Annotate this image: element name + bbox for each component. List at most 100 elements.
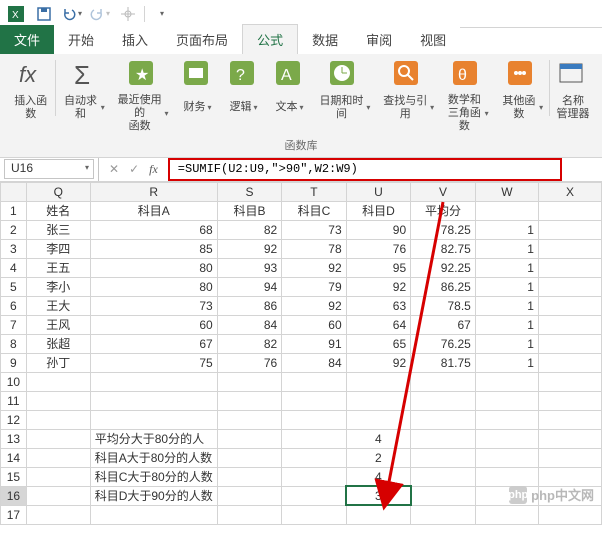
cell[interactable]: 1 [475, 315, 538, 334]
cell[interactable] [90, 410, 217, 429]
cell[interactable]: 82 [217, 220, 281, 239]
cell[interactable]: 4 [346, 467, 410, 486]
undo-icon[interactable]: ▾ [60, 3, 84, 25]
tab-review[interactable]: 审阅 [352, 25, 406, 54]
cell[interactable]: 79 [282, 277, 346, 296]
cell[interactable] [411, 505, 476, 524]
cell[interactable] [282, 467, 346, 486]
cell[interactable]: 78.25 [411, 220, 476, 239]
row-header[interactable]: 6 [1, 296, 27, 315]
name-manager-button[interactable]: 名称 管理器 [550, 58, 596, 122]
cell[interactable] [217, 467, 281, 486]
cell[interactable]: 92 [346, 277, 410, 296]
row-header[interactable]: 4 [1, 258, 27, 277]
cell[interactable]: 65 [346, 334, 410, 353]
row-header[interactable]: 13 [1, 429, 27, 448]
row-header[interactable]: 11 [1, 391, 27, 410]
cell[interactable]: 姓名 [26, 201, 90, 220]
cell[interactable]: 科目C [282, 201, 346, 220]
row-header[interactable]: 1 [1, 201, 27, 220]
cell[interactable]: 1 [475, 220, 538, 239]
cell[interactable]: 86 [217, 296, 281, 315]
cell[interactable] [26, 467, 90, 486]
row-header[interactable]: 17 [1, 505, 27, 524]
cell[interactable]: 76.25 [411, 334, 476, 353]
cell[interactable]: 1 [475, 258, 538, 277]
cell[interactable] [475, 372, 538, 391]
cell[interactable]: 1 [475, 296, 538, 315]
cell[interactable] [538, 239, 601, 258]
cell[interactable] [282, 391, 346, 410]
cell[interactable]: 科目D大于90分的人数 [90, 486, 217, 505]
cell[interactable] [346, 372, 410, 391]
cell[interactable] [26, 410, 90, 429]
cell[interactable]: 王大 [26, 296, 90, 315]
tab-file[interactable]: 文件 [0, 25, 54, 54]
cell[interactable] [538, 372, 601, 391]
cell[interactable]: 67 [90, 334, 217, 353]
cell[interactable] [346, 505, 410, 524]
row-header[interactable]: 10 [1, 372, 27, 391]
cell[interactable]: 科目C大于80分的人数 [90, 467, 217, 486]
cell[interactable]: 85 [90, 239, 217, 258]
cell[interactable]: 平均分 [411, 201, 476, 220]
cell[interactable]: 1 [475, 334, 538, 353]
cell[interactable]: 80 [90, 277, 217, 296]
cell[interactable]: 75 [90, 353, 217, 372]
cell[interactable]: 4 [346, 429, 410, 448]
cell[interactable]: 王风 [26, 315, 90, 334]
cell[interactable]: 2 [346, 448, 410, 467]
logic-button[interactable]: ? 逻辑▾ [221, 58, 267, 122]
column-header[interactable]: S [217, 182, 281, 201]
cell[interactable]: 76 [217, 353, 281, 372]
row-header[interactable]: 15 [1, 467, 27, 486]
excel-icon[interactable]: X [4, 3, 28, 25]
cell[interactable] [475, 391, 538, 410]
cell[interactable] [26, 429, 90, 448]
cell[interactable]: 60 [90, 315, 217, 334]
column-header[interactable]: U [346, 182, 410, 201]
cell[interactable] [26, 391, 90, 410]
cell[interactable] [217, 448, 281, 467]
cell[interactable] [538, 429, 601, 448]
cell[interactable] [26, 505, 90, 524]
cell[interactable]: 张超 [26, 334, 90, 353]
column-header[interactable]: X [538, 182, 601, 201]
worksheet[interactable]: QRSTUVWX1姓名科目A科目B科目C科目D平均分2张三6882739078.… [0, 182, 602, 525]
enter-icon[interactable]: ✓ [129, 162, 139, 176]
cell[interactable]: 73 [90, 296, 217, 315]
tab-insert[interactable]: 插入 [108, 25, 162, 54]
tab-view[interactable]: 视图 [406, 25, 460, 54]
cell[interactable]: 82 [217, 334, 281, 353]
cell[interactable]: 76 [346, 239, 410, 258]
cell[interactable]: 王五 [26, 258, 90, 277]
cell[interactable]: 80 [90, 258, 217, 277]
recent-functions-button[interactable]: ★ 最近使用的 函数▾ [111, 58, 175, 134]
cell[interactable] [411, 410, 476, 429]
cell[interactable] [26, 448, 90, 467]
cell[interactable] [538, 505, 601, 524]
cell[interactable] [217, 391, 281, 410]
cell[interactable] [26, 486, 90, 505]
cell[interactable] [26, 372, 90, 391]
row-header[interactable]: 12 [1, 410, 27, 429]
cell[interactable] [475, 410, 538, 429]
cell[interactable]: 60 [282, 315, 346, 334]
cell[interactable] [282, 410, 346, 429]
cell[interactable] [411, 467, 476, 486]
cell[interactable] [282, 505, 346, 524]
datetime-button[interactable]: 日期和时间▾ [313, 58, 377, 122]
cell[interactable]: 95 [346, 258, 410, 277]
cell[interactable]: 90 [346, 220, 410, 239]
cell[interactable] [538, 296, 601, 315]
cell[interactable] [217, 410, 281, 429]
finance-button[interactable]: 财务▾ [175, 58, 221, 122]
cell[interactable] [475, 467, 538, 486]
cell[interactable]: 科目A大于80分的人数 [90, 448, 217, 467]
cell[interactable] [411, 448, 476, 467]
cell[interactable] [538, 315, 601, 334]
cell[interactable]: 81.75 [411, 353, 476, 372]
cell[interactable]: 科目B [217, 201, 281, 220]
other-functions-button[interactable]: 其他函数▾ [495, 58, 549, 122]
tab-data[interactable]: 数据 [298, 25, 352, 54]
